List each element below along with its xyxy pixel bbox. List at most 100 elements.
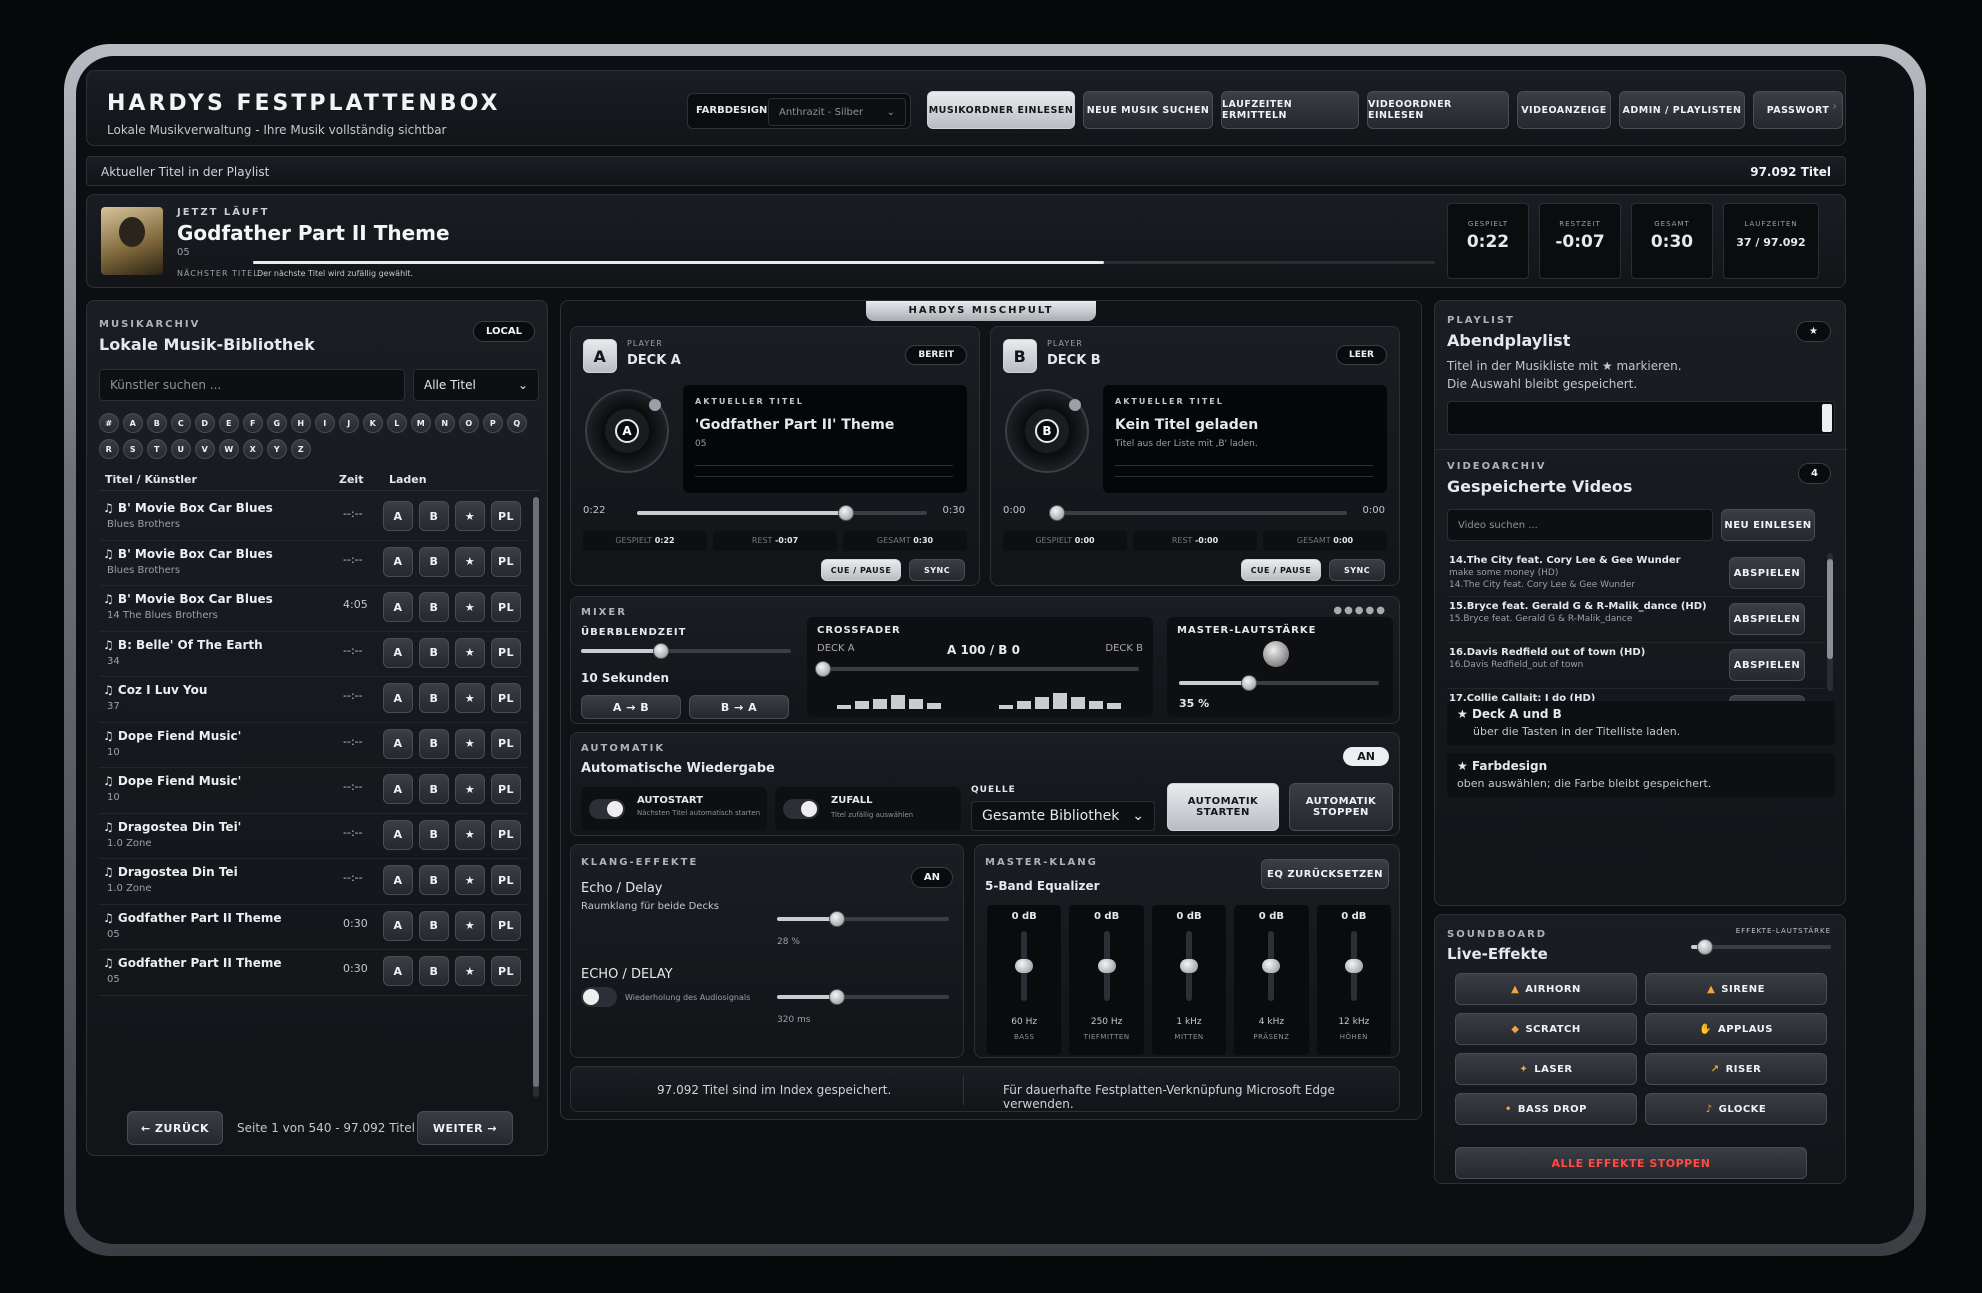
table-row[interactable]: ♫ B' Movie Box Car Blues Blues Brothers --… bbox=[99, 541, 527, 586]
table-row[interactable]: ♫ Coz I Luv You 37 --:-- A B ★ PL bbox=[99, 677, 527, 723]
add-playlist-button[interactable]: PL bbox=[491, 546, 521, 577]
add-playlist-button[interactable]: PL bbox=[491, 956, 521, 986]
letter-button[interactable]: N bbox=[435, 413, 455, 433]
load-b-button[interactable]: B bbox=[419, 728, 449, 759]
letter-button[interactable]: W bbox=[219, 439, 239, 459]
load-a-button[interactable]: A bbox=[383, 819, 413, 850]
library-scrollbar[interactable] bbox=[533, 497, 539, 1097]
star-button[interactable]: ★ bbox=[455, 865, 485, 895]
add-playlist-button[interactable]: PL bbox=[491, 865, 521, 895]
letter-button[interactable]: G bbox=[267, 413, 287, 433]
farbdesign-select[interactable]: Anthrazit - Silber ⌄ bbox=[768, 98, 906, 126]
star-button[interactable]: ★ bbox=[455, 683, 485, 713]
echo2-toggle[interactable] bbox=[581, 987, 617, 1007]
echo-slider[interactable] bbox=[777, 911, 949, 927]
video-reload-button[interactable]: NEU EINLESEN bbox=[1721, 509, 1815, 541]
effect-button[interactable]: ◆ SCRATCH bbox=[1455, 1013, 1637, 1045]
add-playlist-button[interactable]: PL bbox=[491, 683, 521, 713]
letter-button[interactable]: H bbox=[291, 413, 311, 433]
autostart-toggle[interactable] bbox=[589, 799, 625, 819]
load-b-button[interactable]: B bbox=[419, 956, 449, 986]
next-button[interactable]: WEITER → bbox=[417, 1111, 513, 1145]
eq-slider[interactable] bbox=[1262, 931, 1281, 1001]
eq-knob[interactable] bbox=[1262, 959, 1281, 973]
load-b-button[interactable]: B bbox=[419, 637, 449, 668]
ueberblend-knob[interactable] bbox=[652, 643, 669, 659]
turntable-icon[interactable]: A bbox=[585, 389, 669, 473]
eq-slider[interactable] bbox=[1344, 931, 1363, 1001]
table-row[interactable]: ♫ Dope Fiend Music' 10 --:-- A B ★ PL bbox=[99, 768, 527, 814]
zufall-toggle-box[interactable]: ZUFALL Titel zufällig auswählen bbox=[775, 787, 961, 831]
nav-musikordner-einlesen[interactable]: MUSIKORDNER EINLESEN bbox=[927, 91, 1075, 129]
eq-knob[interactable] bbox=[1344, 959, 1363, 973]
letter-button[interactable]: Z bbox=[291, 439, 311, 459]
artist-search-input[interactable]: Künstler suchen ... bbox=[99, 369, 405, 401]
effect-button[interactable]: ♪ GLOCKE bbox=[1645, 1093, 1827, 1125]
add-playlist-button[interactable]: PL bbox=[491, 501, 521, 531]
nav-videoanzeige[interactable]: VIDEOANZEIGE bbox=[1517, 91, 1611, 129]
deck-position-knob[interactable] bbox=[837, 505, 854, 521]
effect-button[interactable]: ▲ SIRENE bbox=[1645, 973, 1827, 1005]
load-b-button[interactable]: B bbox=[419, 592, 449, 622]
fx-volume-knob[interactable] bbox=[1697, 939, 1713, 955]
now-progress[interactable] bbox=[253, 261, 1435, 264]
star-button[interactable]: ★ bbox=[455, 774, 485, 804]
load-a-button[interactable]: A bbox=[383, 728, 413, 759]
crossfader-knob[interactable] bbox=[815, 661, 831, 677]
deck-position-knob[interactable] bbox=[1049, 505, 1065, 521]
eq-knob[interactable] bbox=[1180, 959, 1199, 973]
letter-button[interactable]: L bbox=[387, 413, 407, 433]
sync-button[interactable]: SYNC bbox=[1329, 559, 1385, 581]
nav-laufzeiten-ermitteln[interactable]: LAUFZEITEN ERMITTELN bbox=[1221, 91, 1359, 129]
nav-neue-musik-suchen[interactable]: NEUE MUSIK SUCHEN bbox=[1083, 91, 1213, 129]
letter-button[interactable]: F bbox=[243, 413, 263, 433]
load-a-button[interactable]: A bbox=[383, 956, 413, 986]
deck-position-slider[interactable] bbox=[637, 505, 927, 521]
star-button[interactable]: ★ bbox=[455, 637, 485, 668]
effect-button[interactable]: • BASS DROP bbox=[1455, 1093, 1637, 1125]
effect-button[interactable]: ↗ RISER bbox=[1645, 1053, 1827, 1085]
letter-button[interactable]: Y bbox=[267, 439, 287, 459]
zufall-toggle[interactable] bbox=[783, 799, 819, 819]
load-a-button[interactable]: A bbox=[383, 865, 413, 895]
automatik-start-button[interactable]: AUTOMATIK STARTEN bbox=[1167, 783, 1279, 831]
turntable-icon[interactable]: B bbox=[1005, 389, 1089, 473]
cue-pause-button[interactable]: CUE / PAUSE bbox=[1241, 559, 1321, 581]
table-row[interactable]: ♫ B: Belle' Of The Earth 34 --:-- A B ★ PL bbox=[99, 632, 527, 677]
letter-button[interactable]: # bbox=[99, 413, 119, 433]
b-to-a-button[interactable]: B → A bbox=[689, 695, 789, 719]
table-row[interactable]: ♫ Godfather Part II Theme 05 0:30 A B ★ PL bbox=[99, 905, 527, 950]
load-a-button[interactable]: A bbox=[383, 774, 413, 804]
add-playlist-button[interactable]: PL bbox=[491, 910, 521, 941]
echo2-slider[interactable] bbox=[777, 989, 949, 1005]
scroll-thumb[interactable] bbox=[533, 497, 539, 1087]
table-row[interactable]: ♫ B' Movie Box Car Blues 14 The Blues Bro… bbox=[99, 586, 527, 632]
letter-button[interactable]: V bbox=[195, 439, 215, 459]
letter-button[interactable]: X bbox=[243, 439, 263, 459]
table-row[interactable]: ♫ Dragostea Din Tei 1.0 Zone --:-- A B ★ PL bbox=[99, 859, 527, 905]
star-button[interactable]: ★ bbox=[455, 592, 485, 622]
letter-button[interactable]: I bbox=[315, 413, 335, 433]
effect-button[interactable]: ✦ LASER bbox=[1455, 1053, 1637, 1085]
add-playlist-button[interactable]: PL bbox=[491, 728, 521, 759]
eq-knob[interactable] bbox=[1097, 959, 1116, 973]
nav-videoordner-einlesen[interactable]: VIDEOORDNER EINLESEN bbox=[1367, 91, 1509, 129]
echo2-knob[interactable] bbox=[829, 989, 846, 1005]
star-button[interactable]: ★ bbox=[455, 819, 485, 850]
table-row[interactable]: ♫ B' Movie Box Car Blues Blues Brothers --… bbox=[99, 495, 527, 541]
star-icon[interactable]: ★ bbox=[1796, 321, 1831, 342]
load-a-button[interactable]: A bbox=[383, 592, 413, 622]
more-dots-icon[interactable]: ●●●●● bbox=[1333, 605, 1387, 616]
letter-button[interactable]: O bbox=[459, 413, 479, 433]
scroll-thumb[interactable] bbox=[1827, 559, 1833, 659]
table-row[interactable]: ♫ Dope Fiend Music' 10 --:-- A B ★ PL bbox=[99, 723, 527, 768]
load-b-button[interactable]: B bbox=[419, 865, 449, 895]
letter-button[interactable]: Q bbox=[507, 413, 527, 433]
nav-passwort[interactable]: PASSWORT bbox=[1753, 91, 1843, 129]
back-button[interactable]: ← ZURÜCK bbox=[127, 1111, 223, 1145]
load-a-button[interactable]: A bbox=[383, 910, 413, 941]
load-a-button[interactable]: A bbox=[383, 683, 413, 713]
load-b-button[interactable]: B bbox=[419, 910, 449, 941]
effect-button[interactable]: ✋ APPLAUS bbox=[1645, 1013, 1827, 1045]
load-a-button[interactable]: A bbox=[383, 546, 413, 577]
